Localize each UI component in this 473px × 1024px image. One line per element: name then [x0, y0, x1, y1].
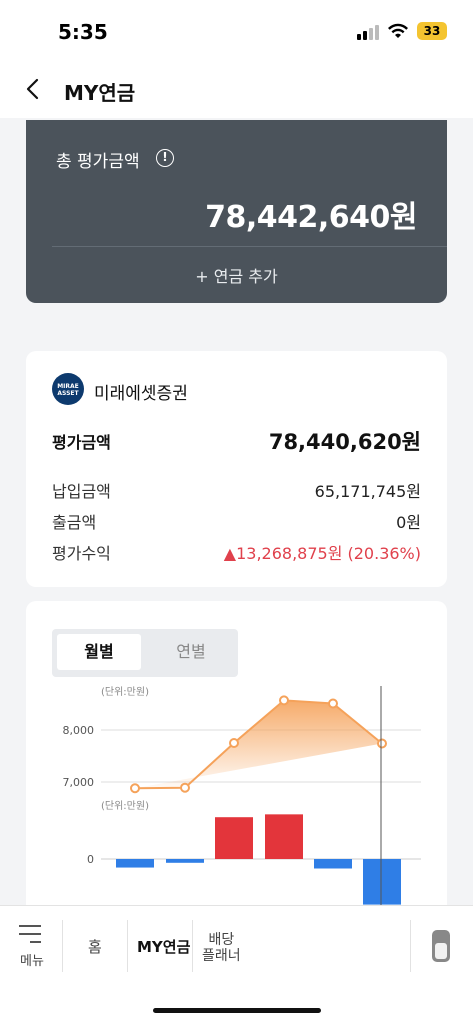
divider: [410, 920, 411, 972]
menu-icon: [19, 925, 41, 943]
valuation-row: 평가금액 78,440,620원: [52, 429, 421, 457]
row-value: 78,440,620원: [268, 430, 421, 454]
bar: [215, 817, 253, 859]
tick-label: 0: [87, 853, 94, 866]
monthly-chart[interactable]: (단위:만원) (단위:만원) 8,000 7,000 0: [26, 681, 447, 911]
broker-logo: MIRAE ASSET: [52, 373, 84, 405]
total-valuation-value: 78,442,640원: [205, 200, 417, 235]
row-label: 평가금액: [52, 433, 111, 452]
add-pension-button[interactable]: + 연금 추가: [26, 263, 447, 287]
wifi-icon: [388, 23, 408, 38]
unit-label: (단위:만원): [101, 685, 149, 698]
chart-card: 월별 연별 (단위:만원) (단위:만원) 8,000 7,000 0: [26, 601, 447, 911]
menu-button[interactable]: 메뉴: [16, 922, 46, 970]
broker-account-card[interactable]: MIRAE ASSET 미래에셋증권 평가금액 78,440,620원 납입금액…: [26, 351, 447, 587]
tick-label: 8,000: [63, 724, 95, 737]
bar: [314, 859, 352, 869]
line-point: [279, 695, 289, 706]
toggle-icon[interactable]: [432, 930, 450, 962]
total-valuation-card: 총 평가금액 ! 78,442,640원 + 연금 추가: [26, 120, 447, 303]
status-time: 5:35: [58, 20, 108, 44]
battery-icon: 33: [417, 22, 447, 40]
home-indicator: [153, 1008, 321, 1013]
divider: [62, 920, 63, 972]
nav-dividend-planner[interactable]: 배당 플래너: [202, 932, 241, 964]
nav-home[interactable]: 홈: [88, 936, 102, 957]
line-point: [328, 698, 338, 709]
row-value: 0원: [396, 513, 421, 532]
line-point: [377, 738, 387, 749]
tab-yearly[interactable]: 연별: [149, 634, 233, 670]
divider: [52, 246, 447, 247]
divider: [127, 920, 128, 972]
header: MY연금: [0, 62, 473, 118]
signal-icon: [357, 24, 381, 40]
line-point: [229, 738, 239, 748]
menu-label: 메뉴: [20, 954, 44, 969]
page-title: MY연금: [64, 81, 136, 105]
unit-label: (단위:만원): [101, 799, 149, 812]
info-icon[interactable]: !: [156, 149, 174, 167]
status-bar: 5:35 33: [0, 0, 473, 62]
total-valuation-label: 총 평가금액: [56, 152, 140, 172]
row-value: 65,171,745원: [314, 482, 421, 501]
bar: [363, 859, 401, 905]
row-value: ▲13,268,875원 (20.36%): [223, 544, 421, 563]
broker-name: 미래에셋증권: [94, 384, 188, 404]
profit-row: 평가수익 ▲13,268,875원 (20.36%): [52, 540, 421, 568]
withdrawal-row: 출금액 0원: [52, 509, 421, 537]
bottom-nav: 메뉴 홈 MY연금 배당 플래너: [0, 905, 473, 1024]
tick-label: 7,000: [63, 776, 95, 789]
bar: [116, 859, 154, 868]
row-label: 평가수익: [52, 544, 111, 563]
row-label: 출금액: [52, 513, 97, 532]
row-label: 납입금액: [52, 482, 111, 501]
divider: [192, 920, 193, 972]
back-icon[interactable]: [18, 74, 48, 104]
bar: [166, 859, 204, 863]
tab-monthly[interactable]: 월별: [57, 634, 141, 670]
bar: [265, 814, 303, 859]
line-point: [180, 782, 190, 793]
deposit-row: 납입금액 65,171,745원: [52, 478, 421, 506]
nav-my-pension[interactable]: MY연금: [137, 936, 190, 957]
line-point: [130, 783, 140, 794]
period-toggle: 월별 연별: [52, 629, 238, 677]
